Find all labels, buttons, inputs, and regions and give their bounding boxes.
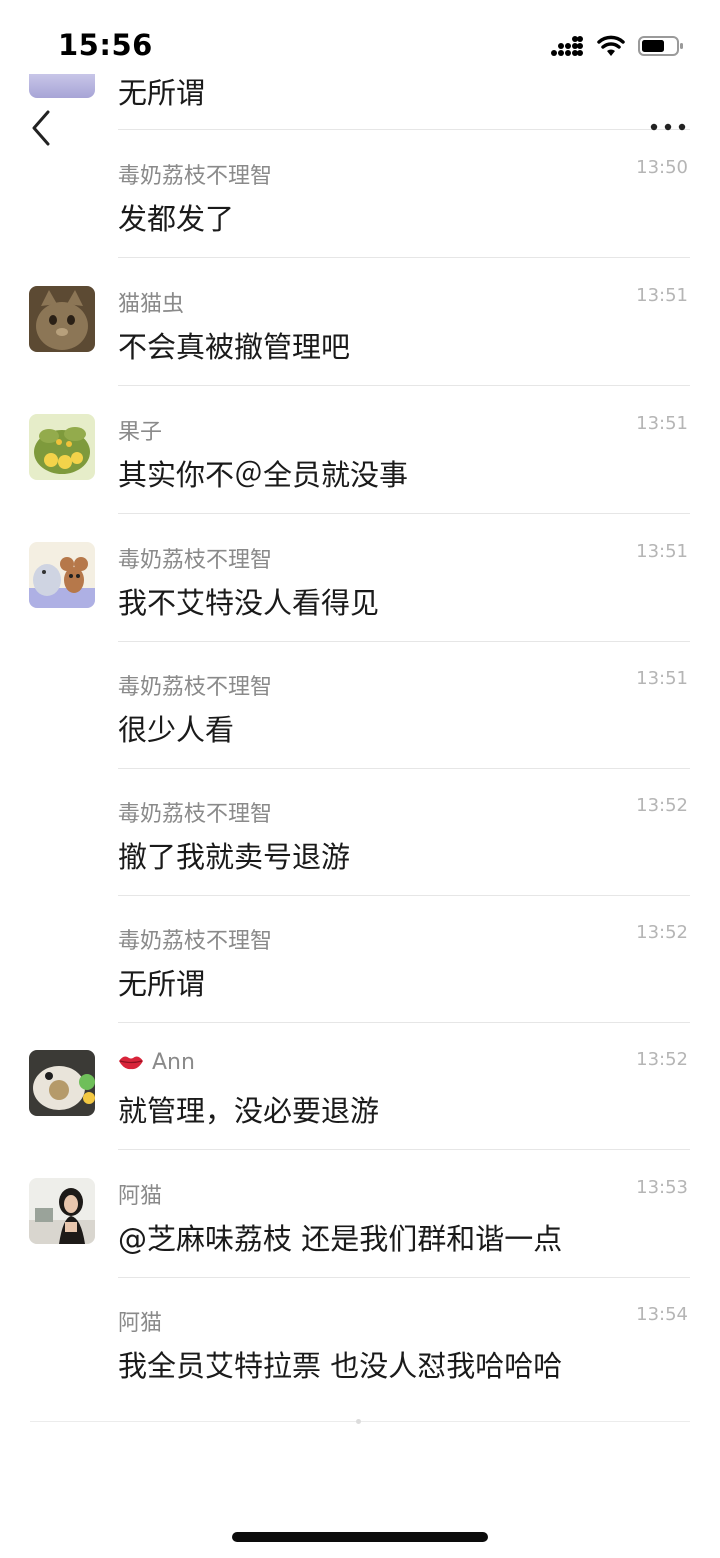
- sender-name[interactable]: 毒奶荔枝不理智: [118, 158, 272, 190]
- cartoon-avatar-icon: [29, 542, 95, 608]
- avatar[interactable]: [29, 74, 95, 98]
- message-time: 13:51: [636, 285, 688, 306]
- message-time: 13:51: [636, 413, 688, 434]
- sender-name[interactable]: 阿猫: [118, 1305, 162, 1337]
- food-avatar-icon: [29, 1050, 95, 1116]
- sender-name-text: Ann: [152, 1050, 195, 1075]
- message-text: 无所谓: [118, 967, 206, 1001]
- message-text: 我不艾特没人看得见: [118, 586, 380, 620]
- cellular-signal-icon: [551, 36, 583, 56]
- message-time: 13:54: [636, 1304, 688, 1325]
- sender-name[interactable]: 毒奶荔枝不理智: [118, 669, 272, 701]
- avatar[interactable]: [29, 286, 95, 352]
- lips-icon: [119, 1056, 143, 1070]
- message-text: 其实你不＠全员就没事: [118, 458, 409, 492]
- message-text: 无所谓: [118, 76, 206, 110]
- status-time: 15:56: [58, 28, 153, 62]
- list-end-dot: [356, 1419, 361, 1424]
- message-time: 13:52: [636, 1049, 688, 1070]
- girl-avatar-icon: [29, 1178, 95, 1244]
- message-time: 13:52: [636, 922, 688, 943]
- message-time: 13:53: [636, 1177, 688, 1198]
- sender-name[interactable]: 猫猫虫: [118, 286, 184, 318]
- partial-message: 无所谓: [0, 60, 720, 130]
- sender-name[interactable]: Ann: [118, 1050, 195, 1075]
- sender-name[interactable]: 毒奶荔枝不理智: [118, 796, 272, 828]
- message-text: 撤了我就卖号退游: [118, 840, 351, 874]
- avatar[interactable]: [29, 414, 95, 480]
- sender-name[interactable]: 毒奶荔枝不理智: [118, 923, 272, 955]
- message-item[interactable]: 阿猫 13:54 我全员艾特拉票 也没人怼我哈哈哈: [0, 1277, 720, 1405]
- message-text: @芝麻味荔枝 还是我们群和谐一点: [118, 1222, 563, 1256]
- message-text: 发都发了: [118, 202, 235, 236]
- message-time: 13:51: [636, 541, 688, 562]
- message-item[interactable]: Ann 13:52 就管理，没必要退游: [0, 1022, 720, 1150]
- message-time: 13:52: [636, 795, 688, 816]
- message-time: 13:50: [636, 157, 688, 178]
- home-indicator[interactable]: [232, 1532, 488, 1542]
- message-text: 很少人看: [118, 713, 235, 747]
- message-text: 就管理，没必要退游: [118, 1094, 380, 1128]
- message-item[interactable]: 毒奶荔枝不理智 13:52 无所谓: [0, 895, 720, 1023]
- message-item[interactable]: 阿猫 13:53 @芝麻味荔枝 还是我们群和谐一点: [0, 1150, 720, 1278]
- wifi-icon: [597, 35, 625, 56]
- sender-name[interactable]: 毒奶荔枝不理智: [118, 542, 272, 574]
- avatar[interactable]: [29, 1050, 95, 1116]
- message-time: 13:51: [636, 668, 688, 689]
- chicks-avatar-icon: [29, 414, 95, 480]
- battery-icon: [638, 36, 683, 56]
- status-icons: [550, 32, 684, 60]
- message-item[interactable]: 毒奶荔枝不理智 13:51 我不艾特没人看得见: [0, 514, 720, 642]
- message-text: 我全员艾特拉票 也没人怼我哈哈哈: [118, 1349, 563, 1383]
- message-item[interactable]: 毒奶荔枝不理智 13:52 撤了我就卖号退游: [0, 768, 720, 896]
- message-item[interactable]: 毒奶荔枝不理智 13:50 发都发了: [0, 130, 720, 258]
- message-item[interactable]: 毒奶荔枝不理智 13:51 很少人看: [0, 641, 720, 769]
- avatar[interactable]: [29, 542, 95, 608]
- cat-avatar-icon: [29, 286, 95, 352]
- sender-name[interactable]: 果子: [118, 414, 162, 446]
- avatar[interactable]: [29, 1178, 95, 1244]
- sender-name[interactable]: 阿猫: [118, 1178, 162, 1210]
- message-text: 不会真被撤管理吧: [118, 330, 351, 364]
- message-item[interactable]: 猫猫虫 13:51 不会真被撤管理吧: [0, 258, 720, 386]
- message-item[interactable]: 果子 13:51 其实你不＠全员就没事: [0, 386, 720, 514]
